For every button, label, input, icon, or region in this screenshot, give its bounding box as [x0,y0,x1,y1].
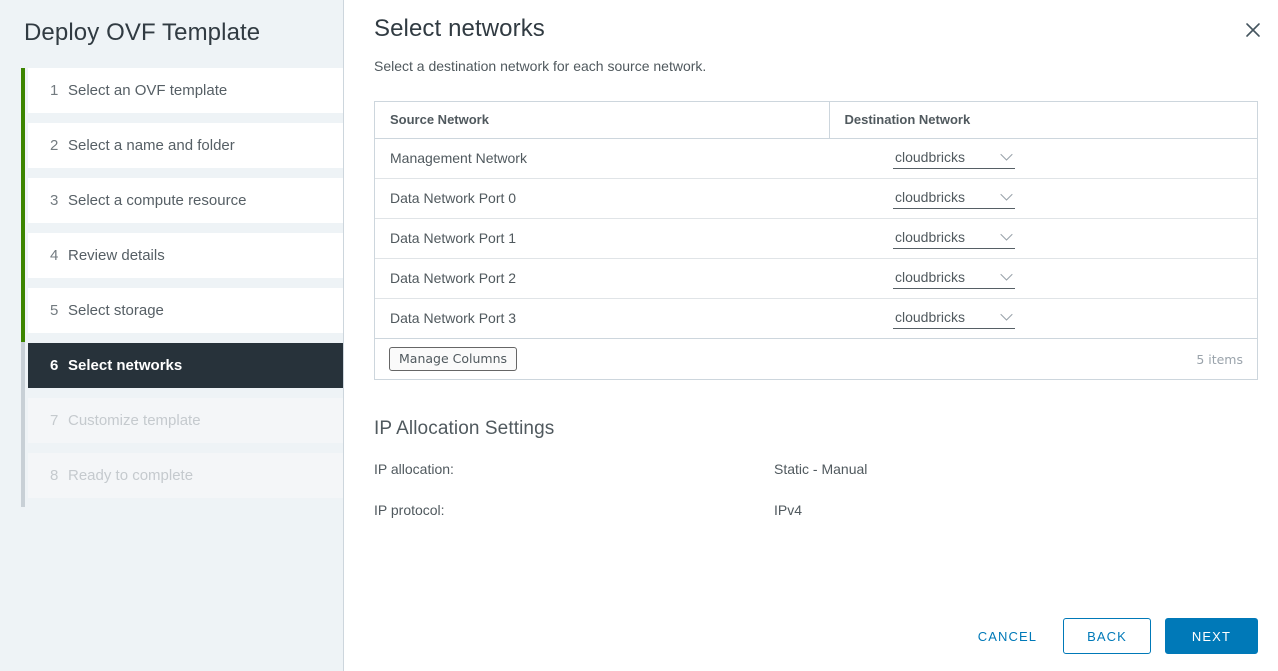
destination-network-cell: cloudbricks [829,138,1257,179]
chevron-down-icon [1000,229,1013,245]
step-number: 1 [50,82,59,99]
step-number: 4 [50,247,59,264]
step-number: 3 [50,192,59,209]
ip-protocol-value: IPv4 [774,502,803,518]
ip-allocation-row: IP allocation: Static - Manual [374,458,1258,480]
chevron-down-icon [1000,309,1013,325]
sidebar-step-7: 7 Customize template [28,398,343,443]
column-header-source-network: Source Network [375,102,829,139]
sidebar-step-5[interactable]: 5 Select storage [28,288,343,333]
deploy-ovf-wizard: Deploy OVF Template 1 Select an OVF temp… [0,0,1278,671]
step-label: Select storage [68,302,164,319]
sidebar-step-6[interactable]: 6 Select networks [28,343,343,388]
ip-allocation-section: IP Allocation Settings IP allocation: St… [374,418,1258,521]
sidebar-step-4[interactable]: 4 Review details [28,233,343,278]
step-label: Select a name and folder [68,137,235,154]
destination-network-select[interactable]: cloudbricks [893,267,1015,289]
ip-protocol-row: IP protocol: IPv4 [374,499,1258,521]
select-value: cloudbricks [895,309,966,326]
column-header-destination-network: Destination Network [828,102,1257,139]
destination-network-select[interactable]: cloudbricks [893,187,1015,209]
table-row: Data Network Port 2 cloudbricks [375,258,1257,299]
wizard-footer: CANCEL BACK NEXT [966,618,1258,654]
ip-protocol-label: IP protocol: [374,502,445,518]
wizard-step-list: 1 Select an OVF template 2 Select a name… [21,68,343,498]
wizard-sidebar: Deploy OVF Template 1 Select an OVF temp… [0,0,344,671]
chevron-down-icon [1000,149,1013,165]
ip-allocation-heading: IP Allocation Settings [374,418,555,439]
table-row: Data Network Port 0 cloudbricks [375,178,1257,219]
next-button[interactable]: NEXT [1164,618,1258,654]
source-network-cell: Data Network Port 0 [375,178,829,219]
close-icon[interactable] [1240,17,1266,43]
sidebar-step-8: 8 Ready to complete [28,453,343,498]
sidebar-step-2[interactable]: 2 Select a name and folder [28,123,343,168]
ip-allocation-label: IP allocation: [374,461,454,477]
table-row: Data Network Port 1 cloudbricks [375,218,1257,259]
destination-network-cell: cloudbricks [829,258,1257,299]
manage-columns-button[interactable]: Manage Columns [389,347,518,371]
select-value: cloudbricks [895,189,966,205]
sidebar-step-3[interactable]: 3 Select a compute resource [28,178,343,223]
destination-network-select[interactable]: cloudbricks [893,227,1015,249]
destination-network-cell: cloudbricks [829,298,1257,338]
step-label: Review details [68,247,165,264]
select-value: cloudbricks [895,269,966,285]
step-number: 2 [50,137,59,154]
step-number: 8 [50,467,59,484]
select-value: cloudbricks [895,149,966,165]
step-label: Ready to complete [68,467,194,484]
ip-allocation-rows: IP allocation: Static - Manual IP protoc… [374,458,1258,521]
step-number: 5 [50,302,59,319]
source-network-cell: Management Network [375,138,829,179]
step-label: Select networks [68,357,183,374]
source-network-cell: Data Network Port 3 [390,310,517,327]
destination-network-cell: cloudbricks [829,218,1257,259]
table-header-row: Source Network Destination Network [375,102,1257,139]
step-number: 7 [50,412,59,429]
wizard-steps-container: 1 Select an OVF template 2 Select a name… [0,68,343,507]
wizard-main-panel: Select networks Select a destination net… [344,0,1278,671]
step-label: Customize template [68,412,201,429]
source-network-cell: Data Network Port 2 [375,258,829,299]
table-footer: Manage Columns 5 items [375,338,1257,379]
networks-table: Source Network Destination Network Manag… [374,101,1258,380]
cancel-button[interactable]: CANCEL [966,618,1049,654]
select-value: cloudbricks [895,229,966,245]
items-count-label: 5 items [1196,351,1243,367]
page-subtitle: Select a destination network for each so… [374,58,707,74]
step-label: Select an OVF template [68,82,228,99]
step-label: Select a compute resource [68,192,247,209]
chevron-down-icon [1000,269,1013,285]
destination-network-cell: cloudbricks [829,178,1257,219]
back-button[interactable]: BACK [1063,618,1151,654]
destination-network-select[interactable]: cloudbricks [893,147,1015,169]
sidebar-step-1[interactable]: 1 Select an OVF template [28,68,343,113]
destination-network-select[interactable]: cloudbricks [893,307,1015,330]
wizard-title: Deploy OVF Template [24,19,261,46]
source-network-cell: Data Network Port 1 [375,218,829,259]
table-row: Management Network cloudbricks [375,138,1257,179]
chevron-down-icon [1000,189,1013,205]
step-number: 6 [50,357,59,374]
ip-allocation-value: Static - Manual [774,461,868,477]
page-title: Select networks [374,15,545,42]
table-row: Data Network Port 3 cloudbricks [375,298,1257,338]
